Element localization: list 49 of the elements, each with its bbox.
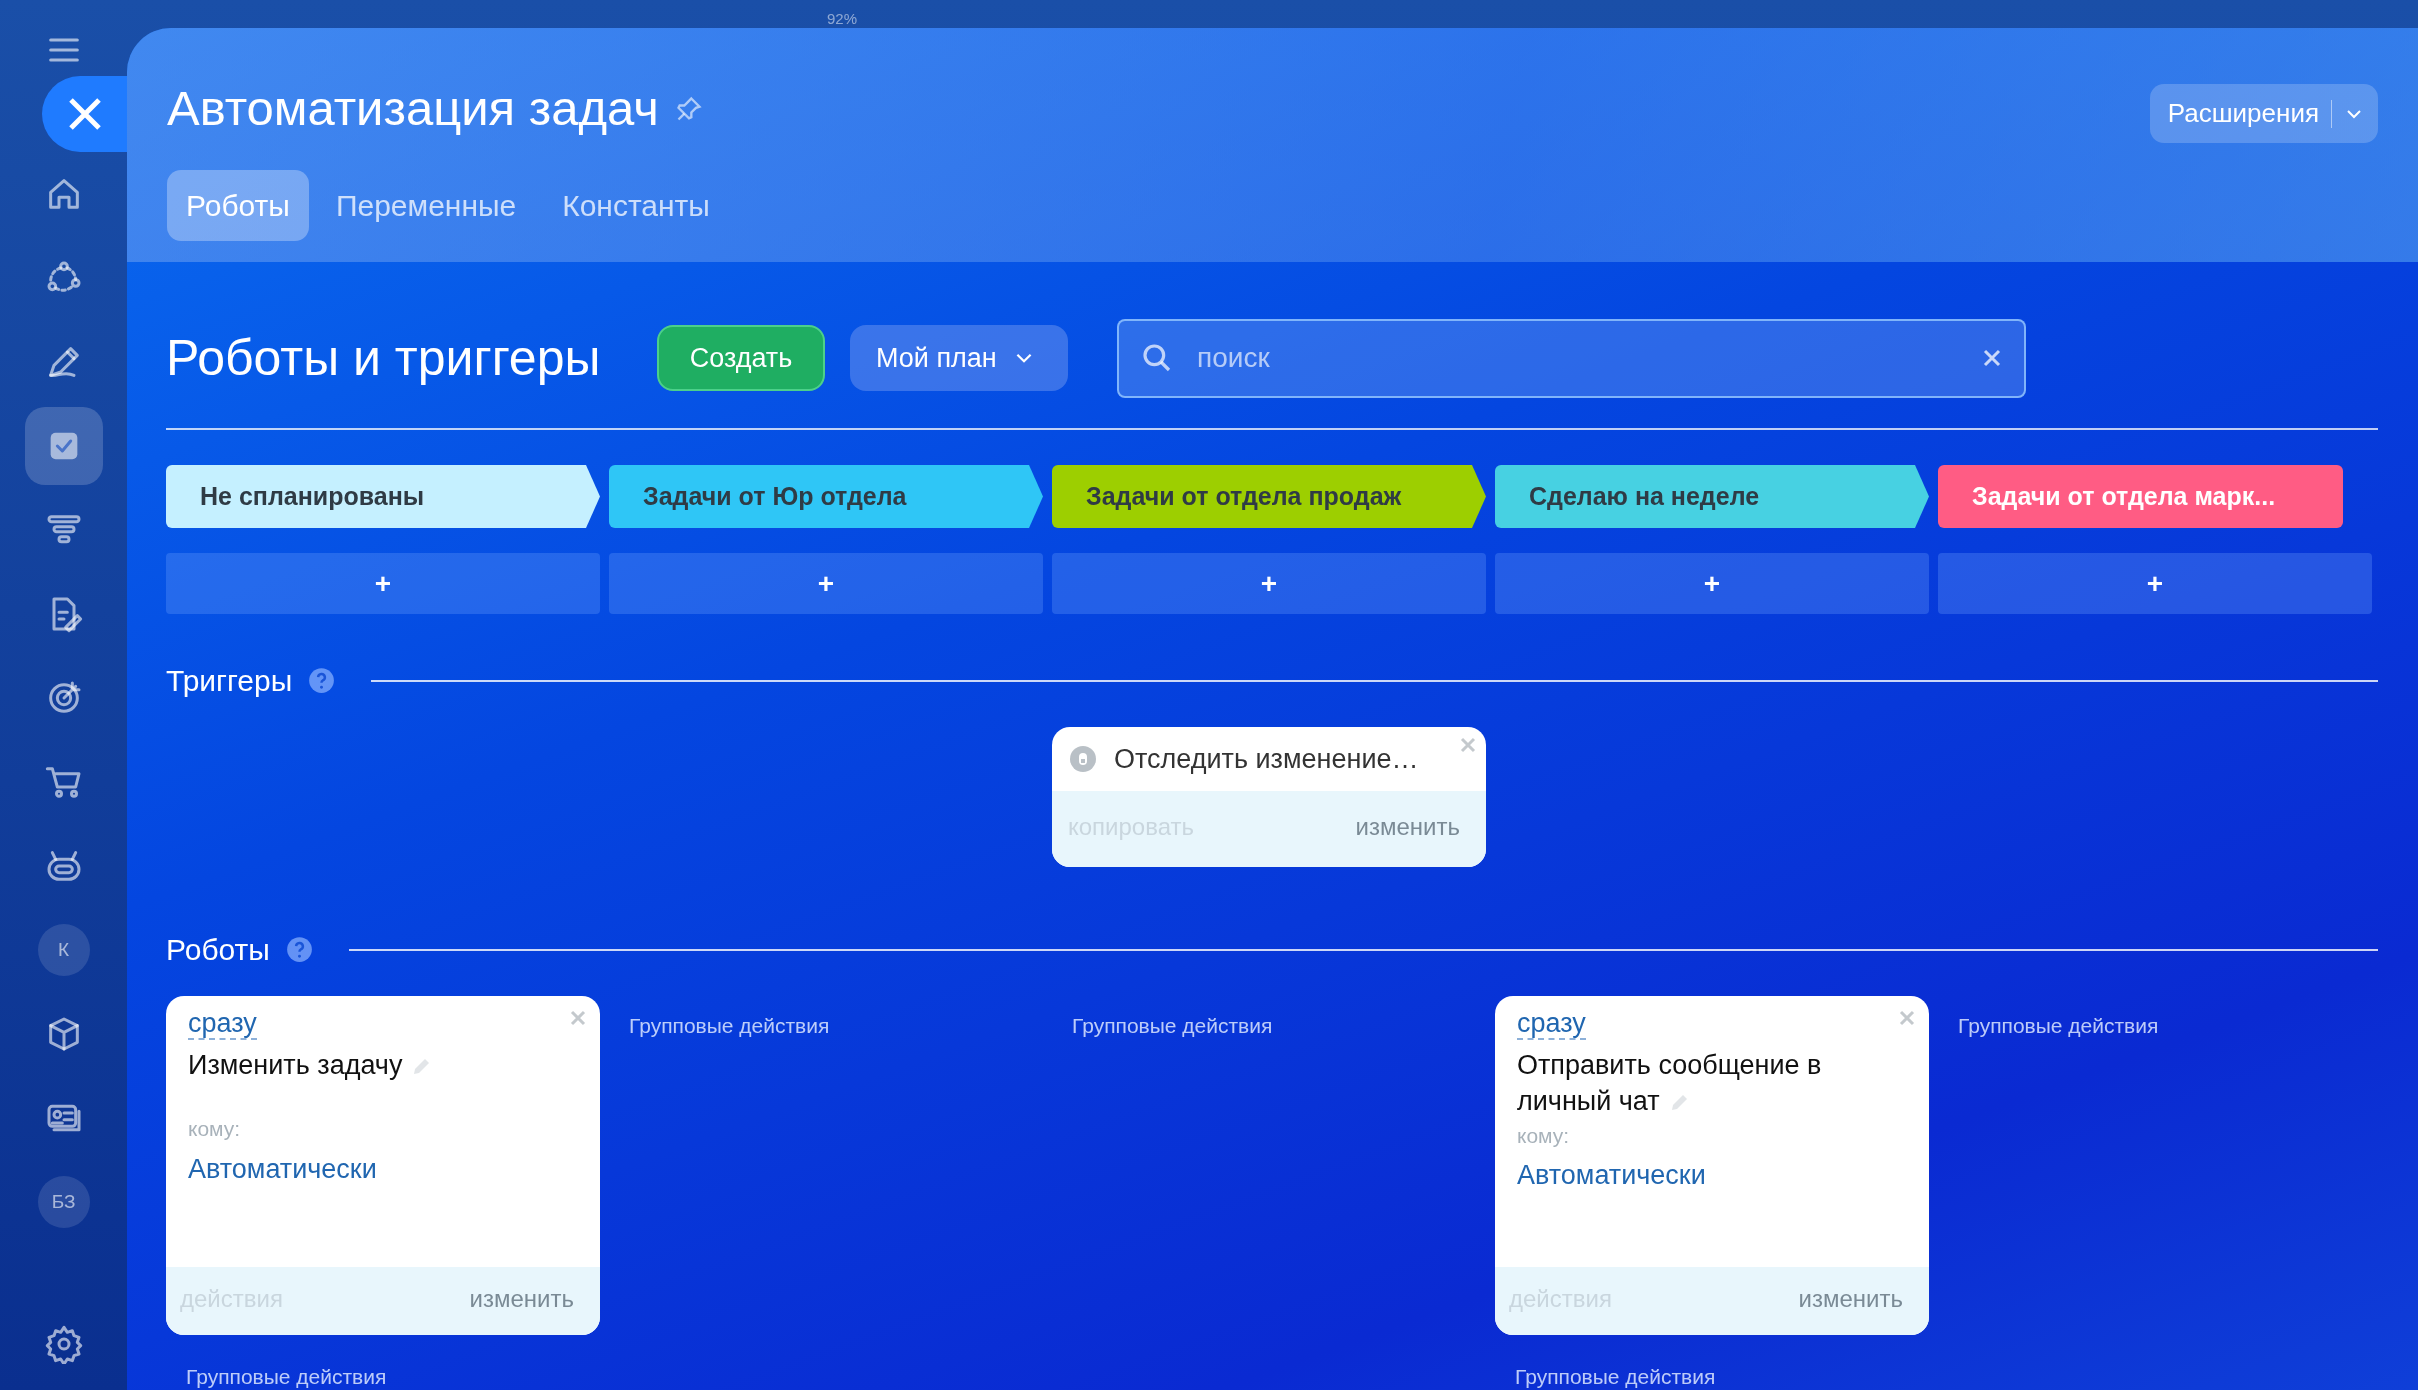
- create-button[interactable]: Создать: [657, 325, 825, 391]
- add-button[interactable]: +: [1495, 553, 1929, 614]
- avatar[interactable]: К: [37, 924, 90, 976]
- close-button[interactable]: [42, 76, 127, 152]
- section-title: Роботы: [166, 932, 270, 968]
- stage-header: Задачи от Юр отдела: [609, 465, 1043, 528]
- search-icon: [1141, 342, 1173, 374]
- group-actions-link[interactable]: Групповые действия: [1938, 996, 2372, 1042]
- page-title: Автоматизация задач: [167, 80, 659, 137]
- pin-icon[interactable]: [674, 94, 703, 123]
- status-icon: [1068, 744, 1098, 775]
- extensions-button[interactable]: Расширения: [2149, 84, 2378, 143]
- edit-link[interactable]: изменить: [1355, 809, 1460, 846]
- recipient-link[interactable]: Автоматически: [1517, 1155, 1907, 1196]
- section-heading: Роботы и триггеры: [166, 328, 602, 388]
- stage-header: Сделаю на неделе: [1495, 465, 1929, 528]
- trigger-title: Отследить изменение…: [1114, 743, 1419, 776]
- settings-icon[interactable]: [43, 1324, 84, 1364]
- robot-title: Отправить сообщение в личный чат: [1517, 1049, 1823, 1119]
- group-actions-link[interactable]: Групповые действия: [609, 996, 1043, 1042]
- search-box[interactable]: поиск: [1117, 318, 2026, 398]
- add-button[interactable]: +: [1052, 553, 1486, 614]
- tab[interactable]: Переменные: [316, 169, 536, 241]
- plan-dropdown[interactable]: Мой план: [850, 325, 1068, 391]
- robot-title: Изменить задачу: [188, 1047, 578, 1084]
- avatar[interactable]: БЗ: [37, 1176, 90, 1228]
- delay-link[interactable]: сразу: [188, 1008, 257, 1040]
- zoom-level: 92%: [827, 9, 858, 29]
- field-label: кому:: [188, 1116, 242, 1143]
- section-title: Триггеры: [166, 663, 293, 699]
- add-button[interactable]: +: [1938, 553, 2372, 614]
- stage-header: Не спланированы: [166, 465, 600, 528]
- stage-header: Задачи от отдела продаж: [1052, 465, 1486, 528]
- group-actions-link[interactable]: Групповые действия: [1495, 1335, 1929, 1390]
- group-actions-link[interactable]: Групповые действия: [1052, 996, 1486, 1042]
- tab[interactable]: Константы: [543, 169, 729, 241]
- recipient-link[interactable]: Автоматически: [188, 1149, 578, 1190]
- edit-link[interactable]: изменить: [469, 1281, 574, 1317]
- edit-link[interactable]: изменить: [1798, 1281, 1903, 1317]
- help-icon[interactable]: [308, 667, 336, 694]
- help-icon[interactable]: [285, 936, 313, 963]
- delay-link[interactable]: сразу: [1517, 1008, 1586, 1040]
- group-actions-link[interactable]: Групповые действия: [166, 1335, 600, 1390]
- search-input[interactable]: поиск: [1195, 336, 1982, 380]
- field-label: кому:: [1517, 1122, 1571, 1149]
- clear-icon[interactable]: [1982, 348, 2002, 368]
- stage-header: Задачи от отдела марк...: [1938, 465, 2343, 528]
- add-button[interactable]: +: [609, 553, 1043, 614]
- add-button[interactable]: +: [166, 553, 600, 614]
